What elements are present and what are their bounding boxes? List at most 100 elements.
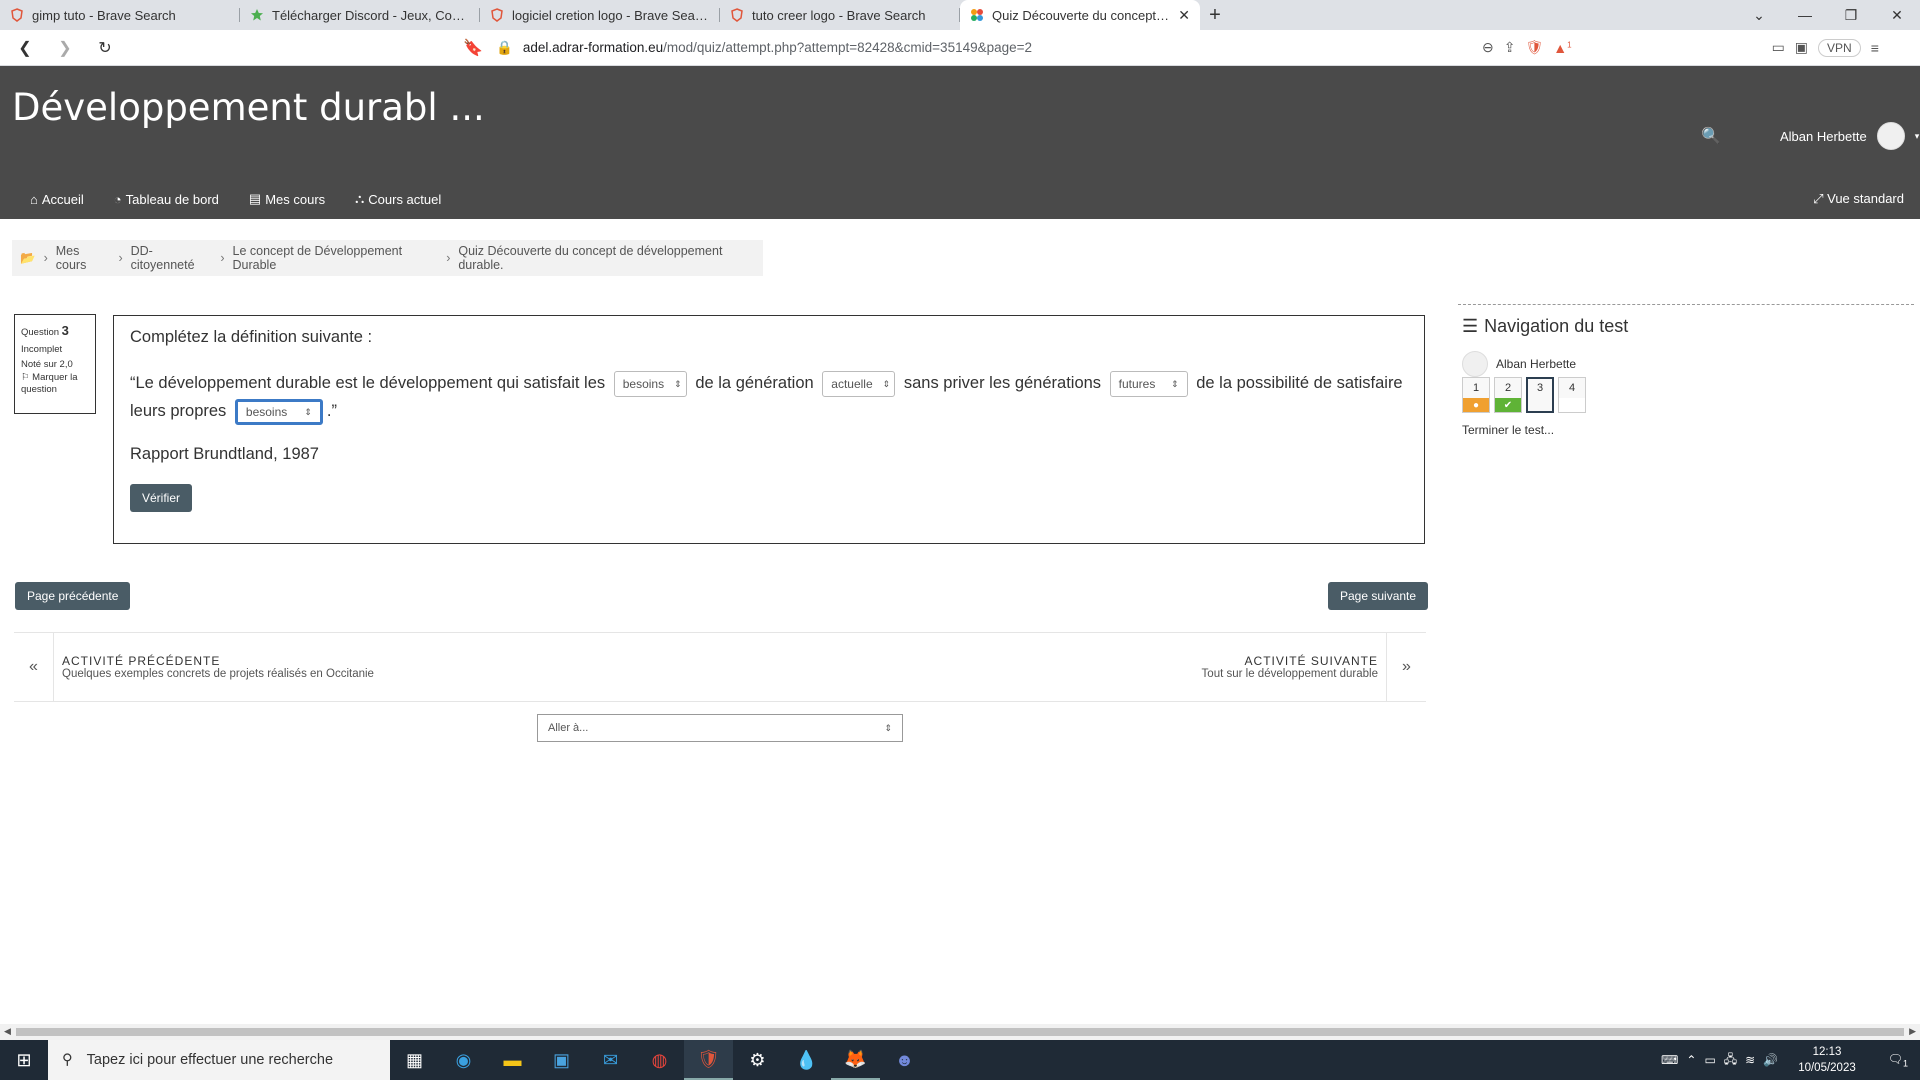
- nav-item-tableau-de-bord[interactable]: ◔ Tableau de bord: [114, 191, 219, 207]
- gimp-icon[interactable]: 🦊: [831, 1040, 880, 1080]
- zoom-icon[interactable]: ⊖: [1482, 39, 1494, 56]
- brave-rewards-icon[interactable]: ▲1: [1553, 40, 1571, 56]
- breadcrumb-item[interactable]: Le concept de Développement Durable: [233, 244, 439, 272]
- krita-icon[interactable]: 💧: [782, 1040, 831, 1080]
- question-content: Complétez la définition suivante : “Le d…: [113, 315, 1425, 544]
- restore-icon[interactable]: ❐: [1828, 0, 1874, 30]
- address-bar: ❮ ❯ ↻ 🔖 🔒 adel.adrar-formation.eu/mod/qu…: [0, 30, 1920, 66]
- browser-tab[interactable]: tuto creer logo - Brave Search: [720, 0, 960, 30]
- dashboard-icon: ◔: [113, 191, 122, 207]
- rewards-badge: 1: [1567, 39, 1572, 49]
- task-view-icon[interactable]: ▦: [390, 1040, 439, 1080]
- select-value: futures: [1118, 376, 1156, 391]
- nav-label: Mes cours: [265, 191, 326, 207]
- breadcrumb-item[interactable]: Mes cours: [56, 244, 111, 272]
- check-button[interactable]: Vérifier: [130, 484, 193, 512]
- file-explorer-icon[interactable]: ▬: [488, 1040, 537, 1080]
- brave-icon: [491, 8, 503, 22]
- lock-icon: 🔒: [496, 39, 513, 55]
- vpn-button[interactable]: VPN: [1818, 38, 1861, 57]
- back-icon[interactable]: ❮: [8, 34, 42, 62]
- wallet-icon[interactable]: ▣: [1795, 39, 1808, 56]
- browser-tab[interactable]: logiciel cretion logo - Brave Search: [480, 0, 720, 30]
- jump-to-select[interactable]: Aller à... ⇕: [537, 714, 903, 742]
- volume-icon[interactable]: 🔊: [1763, 1053, 1778, 1067]
- search-icon[interactable]: 🔍: [1701, 126, 1721, 146]
- next-activity-label: ACTIVITÉ SUIVANTE: [1244, 654, 1378, 668]
- chrome-icon[interactable]: ◍: [635, 1040, 684, 1080]
- check-icon: ✔: [1495, 398, 1521, 412]
- edge-icon[interactable]: ◉: [439, 1040, 488, 1080]
- browser-tab[interactable]: Télécharger Discord - Jeux, Communic: [240, 0, 480, 30]
- scrollbar-thumb[interactable]: [16, 1028, 1904, 1036]
- forward-icon[interactable]: ❯: [48, 34, 82, 62]
- settings-icon[interactable]: ⚙: [733, 1040, 782, 1080]
- notifications-icon[interactable]: 🗨1: [1876, 1052, 1920, 1068]
- window-controls: ⌄ — ❐ ✕: [1736, 0, 1920, 30]
- nav-item-cours-actuel[interactable]: ⛬ Cours actuel: [355, 191, 441, 207]
- previous-activity-link[interactable]: « ACTIVITÉ PRÉCÉDENTE Quelques exemples …: [14, 633, 382, 701]
- windows-start-icon[interactable]: ⊞: [0, 1050, 48, 1071]
- browser-tab[interactable]: gimp tuto - Brave Search: [0, 0, 240, 30]
- next-activity-link[interactable]: ACTIVITÉ SUIVANTE Tout sur le développem…: [1194, 633, 1426, 701]
- breadcrumb-item[interactable]: Quiz Découverte du concept de développem…: [458, 244, 755, 272]
- network-icon[interactable]: 🖧: [1724, 1050, 1737, 1071]
- new-tab-icon[interactable]: +: [1200, 0, 1230, 30]
- answer-select-1[interactable]: besoins ⇕: [613, 370, 687, 397]
- nav-item-accueil[interactable]: ⌂ Accueil: [30, 191, 84, 207]
- question-label: Question: [21, 327, 60, 338]
- url-host: adel.adrar-formation.eu: [522, 40, 664, 55]
- brave-shields-icon[interactable]: 🛡: [1525, 39, 1543, 56]
- question-button-2[interactable]: 2 ✔: [1494, 377, 1522, 413]
- keyboard-icon[interactable]: ⌨: [1661, 1053, 1678, 1067]
- store-icon[interactable]: ▣: [537, 1040, 586, 1080]
- avatar: [1462, 351, 1488, 377]
- clock[interactable]: 12:13 10/05/2023: [1786, 1044, 1868, 1076]
- finish-attempt-link[interactable]: Terminer le test...: [1458, 423, 1914, 437]
- reload-icon[interactable]: ↻: [88, 34, 122, 62]
- scroll-right-icon[interactable]: ▶: [1909, 1026, 1916, 1037]
- question-button-number: 4: [1568, 382, 1576, 394]
- wifi-icon[interactable]: ≋: [1745, 1053, 1755, 1067]
- minimize-icon[interactable]: —: [1782, 0, 1828, 30]
- answer-select-3[interactable]: futures ⇕: [1109, 370, 1188, 397]
- select-arrows-icon: ⇕: [304, 406, 312, 417]
- browser-tab-active[interactable]: Quiz Découverte du concept de d ✕: [960, 0, 1200, 30]
- close-window-icon[interactable]: ✕: [1874, 0, 1920, 30]
- scroll-left-icon[interactable]: ◀: [4, 1026, 11, 1037]
- taskbar-search-placeholder: Tapez ici pour effectuer une recherche: [86, 1052, 334, 1068]
- activity-navigation: « ACTIVITÉ PRÉCÉDENTE Quelques exemples …: [14, 632, 1426, 702]
- question-button-3[interactable]: 3: [1526, 377, 1554, 413]
- question-prompt: Complétez la définition suivante :: [130, 328, 373, 346]
- discord-icon[interactable]: ☻: [880, 1040, 929, 1080]
- list-icon: ☰: [1462, 316, 1479, 336]
- question-button-1[interactable]: 1 ●: [1462, 377, 1490, 413]
- tab-list-icon[interactable]: ⌄: [1736, 0, 1782, 30]
- folder-open-icon[interactable]: 📂: [20, 251, 36, 266]
- question-button-number: 1: [1472, 382, 1480, 394]
- brave-icon[interactable]: 🛡: [684, 1040, 733, 1080]
- menu-icon[interactable]: ≡: [1871, 40, 1879, 56]
- answer-select-4[interactable]: besoins ⇕: [234, 398, 323, 425]
- bookmark-icon[interactable]: 🔖: [456, 38, 490, 58]
- horizontal-scrollbar[interactable]: ◀ ▶: [0, 1024, 1920, 1040]
- chevron-up-icon[interactable]: ⌃: [1686, 1053, 1696, 1067]
- question-button-4[interactable]: 4: [1558, 377, 1586, 413]
- answer-select-2[interactable]: actuelle ⇕: [822, 370, 896, 397]
- text-part: .”: [326, 402, 337, 420]
- taskbar-search[interactable]: ⚲ Tapez ici pour effectuer une recherche: [48, 1040, 390, 1080]
- previous-page-button[interactable]: Page précédente: [15, 582, 131, 610]
- flag-question-link[interactable]: ⚐ Marquer la question: [21, 372, 89, 395]
- nav-item-mes-cours[interactable]: ▤ Mes cours: [249, 191, 325, 207]
- breadcrumb-item[interactable]: DD-citoyenneté: [131, 244, 213, 272]
- meet-icon[interactable]: ▭: [1704, 1053, 1715, 1067]
- site-title[interactable]: Développement durabl ...: [12, 86, 485, 129]
- sidebar-icon[interactable]: ▭: [1772, 39, 1785, 56]
- next-page-button[interactable]: Page suivante: [1328, 582, 1429, 610]
- user-menu[interactable]: Alban Herbette ▾: [1780, 122, 1919, 150]
- url-field[interactable]: 🔒 adel.adrar-formation.eu/mod/quiz/attem…: [496, 34, 1456, 62]
- share-icon[interactable]: ⇪: [1504, 39, 1516, 56]
- mail-icon[interactable]: ✉: [586, 1040, 635, 1080]
- close-tab-icon[interactable]: ✕: [1178, 7, 1190, 24]
- view-toggle[interactable]: ⤢ Vue standard: [1813, 191, 1904, 207]
